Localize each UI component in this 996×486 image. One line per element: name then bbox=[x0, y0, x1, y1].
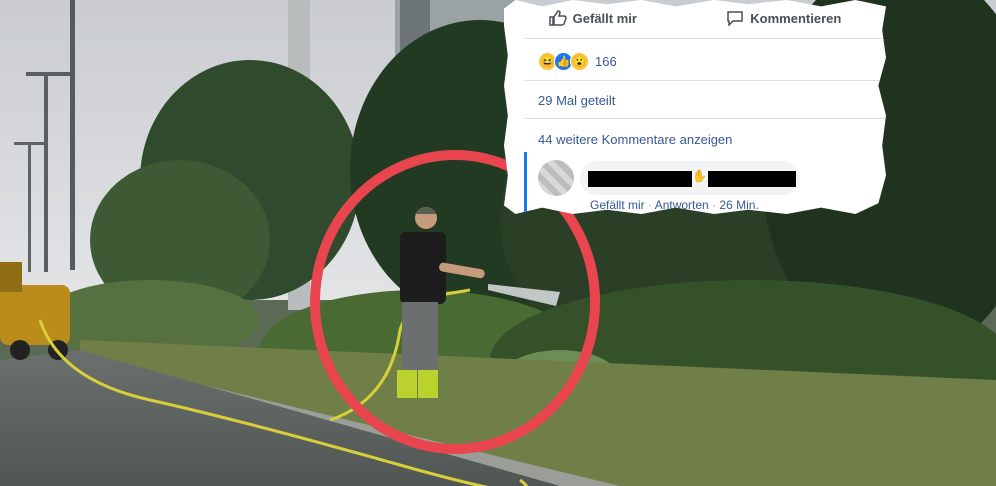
worker-reflective-right bbox=[418, 370, 438, 398]
comment-like-link[interactable]: Gefällt mir bbox=[590, 198, 645, 212]
avatar[interactable] bbox=[538, 160, 574, 196]
lamp-post-3 bbox=[28, 142, 31, 272]
separator: · bbox=[712, 198, 717, 212]
more-comments-link[interactable]: 44 weitere Kommentare anzeigen bbox=[538, 132, 732, 147]
worker-pants-left bbox=[402, 302, 420, 374]
worker-pants-right bbox=[420, 302, 438, 374]
worker-reflective-left bbox=[397, 370, 417, 398]
waving-hand-icon: ✋ bbox=[692, 169, 707, 183]
truck-body bbox=[0, 285, 70, 345]
reactions-summary[interactable]: 😆 👍 😮 166 bbox=[538, 52, 617, 71]
shares-count[interactable]: 29 Mal geteilt bbox=[538, 93, 615, 108]
thumbs-up-icon bbox=[548, 10, 567, 26]
lamp-post-1 bbox=[70, 0, 75, 270]
facebook-comment-card: Gefällt mir Kommentieren 😆 👍 😮 166 29 Ma… bbox=[504, 0, 886, 214]
comment-bubble: ✋ bbox=[580, 161, 800, 195]
lamp-post-2 bbox=[44, 72, 48, 272]
redacted-name bbox=[588, 171, 692, 187]
separator: · bbox=[648, 198, 653, 212]
divider bbox=[524, 80, 886, 81]
divider bbox=[524, 118, 886, 119]
truck-wheel bbox=[10, 340, 30, 360]
comment-action[interactable]: Kommentieren bbox=[726, 10, 841, 26]
truck-cab bbox=[0, 262, 22, 292]
lamp-arm-2 bbox=[26, 72, 70, 76]
lamp-arm-3 bbox=[14, 142, 46, 145]
wow-icon: 😮 bbox=[570, 52, 589, 71]
post-actions-bar: Gefällt mir Kommentieren bbox=[504, 0, 886, 36]
like-action[interactable]: Gefällt mir bbox=[548, 10, 637, 26]
redacted-text bbox=[708, 171, 796, 187]
thread-indicator bbox=[524, 152, 527, 212]
comment-timestamp[interactable]: 26 Min. bbox=[719, 198, 758, 212]
like-action-label: Gefällt mir bbox=[572, 10, 637, 26]
divider bbox=[524, 38, 886, 39]
comment-action-label: Kommentieren bbox=[750, 10, 842, 26]
reaction-count: 166 bbox=[595, 54, 617, 69]
comment-bubble-icon bbox=[727, 11, 744, 26]
